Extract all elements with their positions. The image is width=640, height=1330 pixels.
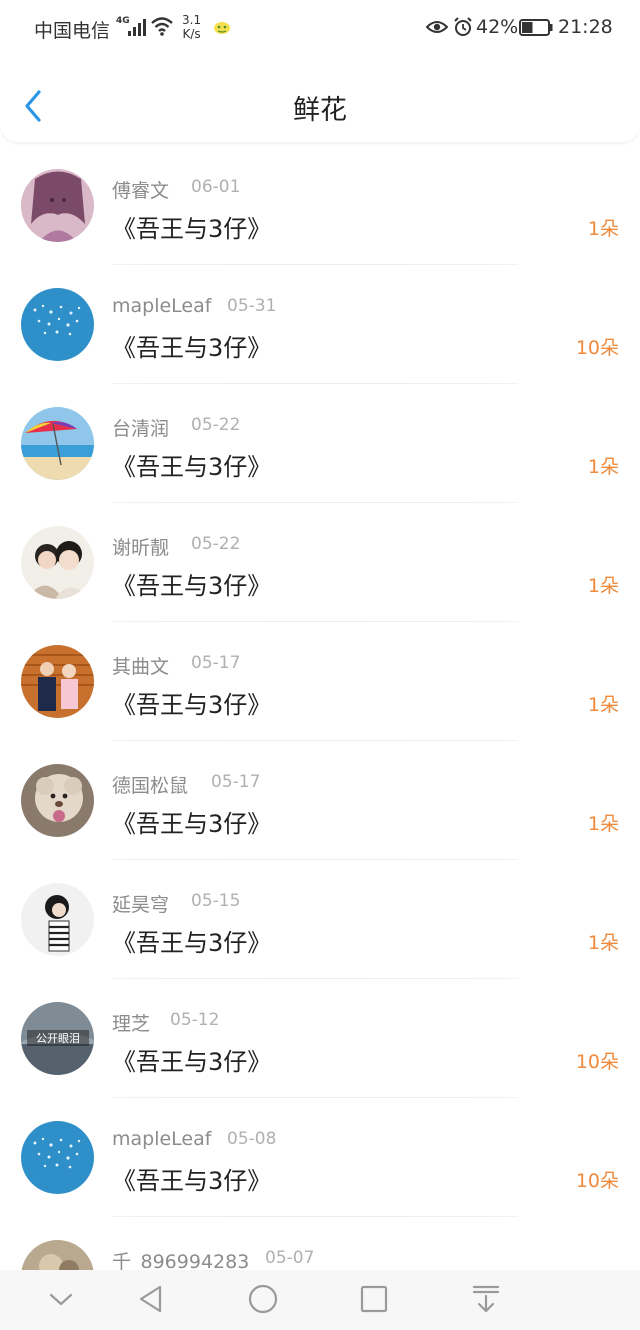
avatar[interactable] xyxy=(21,407,94,480)
flower-count: 1朵 xyxy=(587,218,619,240)
wifi-icon xyxy=(151,17,173,36)
date: 05-17 xyxy=(191,653,241,673)
username[interactable]: 延昊穹 xyxy=(112,890,169,917)
recents-square-icon[interactable] xyxy=(359,1284,389,1314)
flower-count: 1朵 xyxy=(587,932,619,954)
hide-keyboard-icon[interactable] xyxy=(46,1284,76,1314)
flower-list[interactable]: 傅睿文 06-01 《吾王与3仔》 1朵 mapleLeaf 05-31 《吾王… xyxy=(0,146,640,1270)
list-item[interactable]: 谢昕靓 05-22 《吾王与3仔》 1朵 xyxy=(0,503,640,622)
battery-icon xyxy=(519,19,553,36)
avatar[interactable] xyxy=(21,526,94,599)
book-title[interactable]: 《吾王与3仔》 xyxy=(112,566,271,601)
home-circle-icon[interactable] xyxy=(247,1284,279,1314)
eye-comfort-icon xyxy=(426,21,448,33)
book-title[interactable]: 《吾王与3仔》 xyxy=(112,685,271,720)
date: 05-22 xyxy=(191,415,241,435)
list-item[interactable]: mapleLeaf 05-31 《吾王与3仔》 10朵 xyxy=(0,265,640,384)
book-title[interactable]: 《吾王与3仔》 xyxy=(112,447,271,482)
avatar[interactable] xyxy=(21,883,94,956)
username[interactable]: 德国松鼠 xyxy=(112,771,188,798)
clock: 21:28 xyxy=(558,16,613,38)
speed-unit: K/s xyxy=(182,27,201,41)
avatar[interactable] xyxy=(21,1121,94,1194)
book-title[interactable]: 《吾王与3仔》 xyxy=(112,804,271,839)
carrier-name: 中国电信 xyxy=(34,20,111,42)
status-bar: 中国电信 4G 3.1 K/s 42% 21:28 xyxy=(0,0,640,58)
list-item[interactable]: 德国松鼠 05-17 《吾王与3仔》 1朵 xyxy=(0,741,640,860)
book-title[interactable]: 《吾王与3仔》 xyxy=(112,209,271,244)
back-triangle-icon[interactable] xyxy=(136,1284,166,1314)
list-item[interactable]: 公开眼泪 理芝 05-12 《吾王与3仔》 10朵 xyxy=(0,979,640,1098)
list-item[interactable]: 台清润 05-22 《吾王与3仔》 1朵 xyxy=(0,384,640,503)
list-item[interactable]: 傅睿文 06-01 《吾王与3仔》 1朵 xyxy=(0,146,640,265)
flower-count: 1朵 xyxy=(587,575,619,597)
list-item[interactable]: 千_896994283 05-07 xyxy=(0,1217,640,1270)
network-speed: 3.1 K/s xyxy=(182,13,201,41)
date: 05-07 xyxy=(265,1248,315,1268)
list-item[interactable]: 其曲文 05-17 《吾王与3仔》 1朵 xyxy=(0,622,640,741)
book-title[interactable]: 《吾王与3仔》 xyxy=(112,1042,271,1077)
date: 05-22 xyxy=(191,534,241,554)
book-title[interactable]: 《吾王与3仔》 xyxy=(112,328,271,363)
date: 05-15 xyxy=(191,891,241,911)
book-title[interactable]: 《吾王与3仔》 xyxy=(112,1161,271,1196)
avatar[interactable] xyxy=(21,169,94,242)
list-item[interactable]: mapleLeaf 05-08 《吾王与3仔》 10朵 xyxy=(0,1098,640,1217)
flower-count: 1朵 xyxy=(587,813,619,835)
signal-icon xyxy=(128,19,146,36)
alarm-icon xyxy=(454,17,472,36)
avatar[interactable] xyxy=(21,645,94,718)
username[interactable]: 傅睿文 xyxy=(112,176,169,203)
username[interactable]: 千_896994283 xyxy=(112,1247,249,1270)
username[interactable]: 理芝 xyxy=(112,1009,150,1036)
username[interactable]: 谢昕靓 xyxy=(112,533,169,560)
date: 05-31 xyxy=(227,296,277,316)
system-navigation-bar xyxy=(0,1270,640,1330)
date: 05-08 xyxy=(227,1129,277,1149)
date: 05-17 xyxy=(211,772,261,792)
avatar[interactable] xyxy=(21,764,94,837)
battery-percent: 42% xyxy=(476,16,519,38)
avatar[interactable] xyxy=(21,1240,94,1270)
username[interactable]: 其曲文 xyxy=(112,652,169,679)
date: 05-12 xyxy=(170,1010,220,1030)
username[interactable]: mapleLeaf xyxy=(112,1128,211,1150)
avatar[interactable] xyxy=(21,288,94,361)
notification-pull-icon[interactable] xyxy=(471,1284,501,1314)
flower-count: 10朵 xyxy=(575,337,619,359)
app-notification-icon xyxy=(214,22,230,34)
username[interactable]: 台清润 xyxy=(112,414,169,441)
book-title[interactable]: 《吾王与3仔》 xyxy=(112,923,271,958)
flower-count: 10朵 xyxy=(575,1051,619,1073)
page-title: 鲜花 xyxy=(293,95,347,126)
avatar-caption: 公开眼泪 xyxy=(36,1032,80,1045)
title-bar: 鲜花 xyxy=(0,58,640,142)
username[interactable]: mapleLeaf xyxy=(112,295,211,317)
list-item[interactable]: 延昊穹 05-15 《吾王与3仔》 1朵 xyxy=(0,860,640,979)
flower-count: 1朵 xyxy=(587,694,619,716)
date: 06-01 xyxy=(191,177,241,197)
speed-value: 3.1 xyxy=(182,13,202,27)
avatar[interactable]: 公开眼泪 xyxy=(21,1002,94,1075)
flower-count: 10朵 xyxy=(575,1170,619,1192)
flower-count: 1朵 xyxy=(587,456,619,478)
